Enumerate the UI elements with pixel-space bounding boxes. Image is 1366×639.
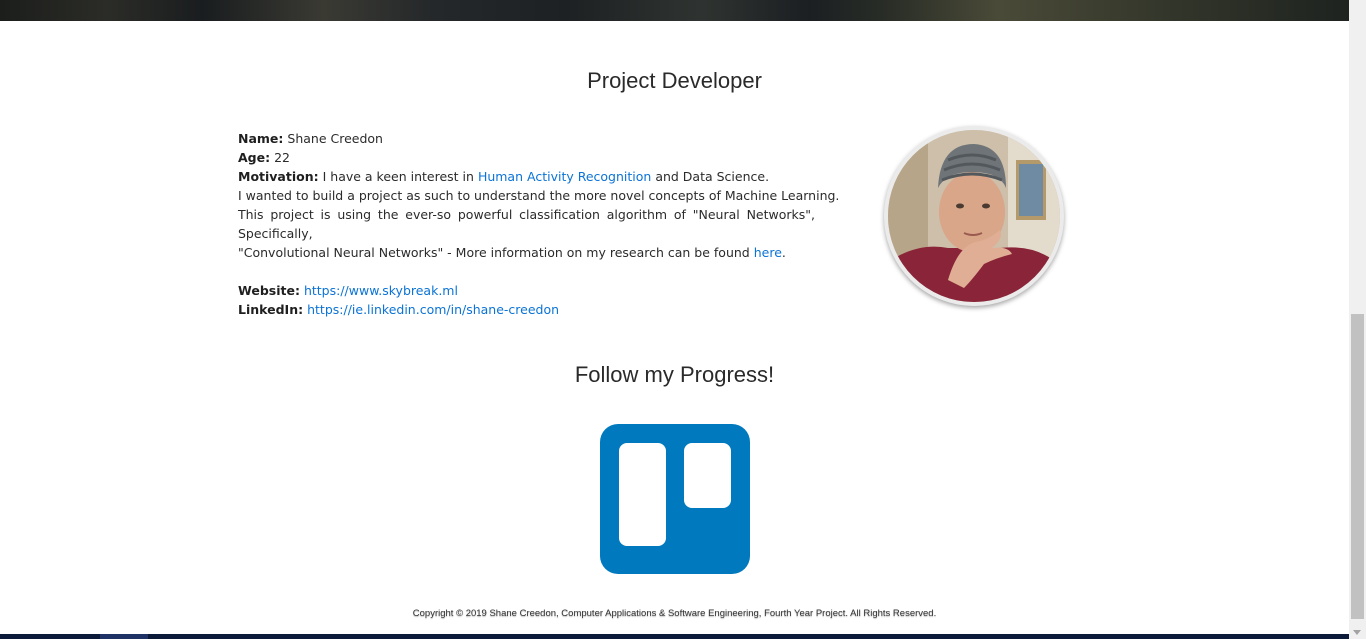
trello-left-column bbox=[619, 443, 666, 546]
trello-right-column bbox=[684, 443, 731, 508]
research-text: "Convolutional Neural Networks" - More i… bbox=[238, 245, 750, 260]
developer-avatar bbox=[884, 126, 1064, 306]
linkedin-label: LinkedIn: bbox=[238, 302, 304, 317]
motivation-label: Motivation: bbox=[238, 169, 319, 184]
name-value: Shane Creedon bbox=[287, 131, 383, 146]
age-value: 22 bbox=[274, 150, 290, 165]
motivation-line-3: This project is using the ever-so powerf… bbox=[238, 207, 815, 241]
human-activity-recognition-link[interactable]: Human Activity Recognition bbox=[478, 169, 651, 184]
name-label: Name: bbox=[238, 131, 284, 146]
motivation-suffix: and Data Science. bbox=[655, 169, 770, 184]
motivation-line-4: "Convolutional Neural Networks" - More i… bbox=[238, 243, 815, 262]
hero-image-strip bbox=[0, 0, 1349, 21]
age-row: Age: 22 bbox=[238, 148, 815, 167]
trello-logo-icon[interactable] bbox=[600, 424, 750, 574]
taskbar-edge bbox=[0, 634, 1349, 639]
scrollbar-thumb[interactable] bbox=[1351, 314, 1364, 619]
scroll-down-arrow-icon[interactable] bbox=[1353, 630, 1361, 635]
motivation-prefix: I have a keen interest in bbox=[322, 169, 474, 184]
linkedin-row: LinkedIn: https://ie.linkedin.com/in/sha… bbox=[238, 300, 815, 319]
linkedin-link[interactable]: https://ie.linkedin.com/in/shane-creedon bbox=[307, 302, 559, 317]
project-developer-heading: Project Developer bbox=[587, 68, 762, 93]
bio-spacer bbox=[238, 262, 815, 281]
follow-progress-heading: Follow my Progress! bbox=[574, 362, 775, 387]
taskbar-highlight bbox=[100, 634, 148, 639]
page-scrollbar[interactable] bbox=[1349, 0, 1366, 639]
website-row: Website: https://www.skybreak.ml bbox=[238, 281, 815, 300]
website-link[interactable]: https://www.skybreak.ml bbox=[304, 283, 458, 298]
age-label: Age: bbox=[238, 150, 271, 165]
copyright-footer: Copyright © 2019 Shane Creedon, Computer… bbox=[412, 608, 937, 619]
research-period: . bbox=[781, 245, 786, 260]
profile-photo-icon bbox=[888, 130, 1060, 302]
website-label: Website: bbox=[238, 283, 300, 298]
motivation-row: Motivation: I have a keen interest in Hu… bbox=[238, 167, 815, 186]
motivation-line-2: I wanted to build a project as such to u… bbox=[238, 188, 840, 203]
developer-bio: Name: Shane Creedon Age: 22 Motivation: … bbox=[238, 129, 840, 319]
research-here-link[interactable]: here bbox=[754, 245, 782, 260]
name-row: Name: Shane Creedon bbox=[238, 129, 815, 148]
